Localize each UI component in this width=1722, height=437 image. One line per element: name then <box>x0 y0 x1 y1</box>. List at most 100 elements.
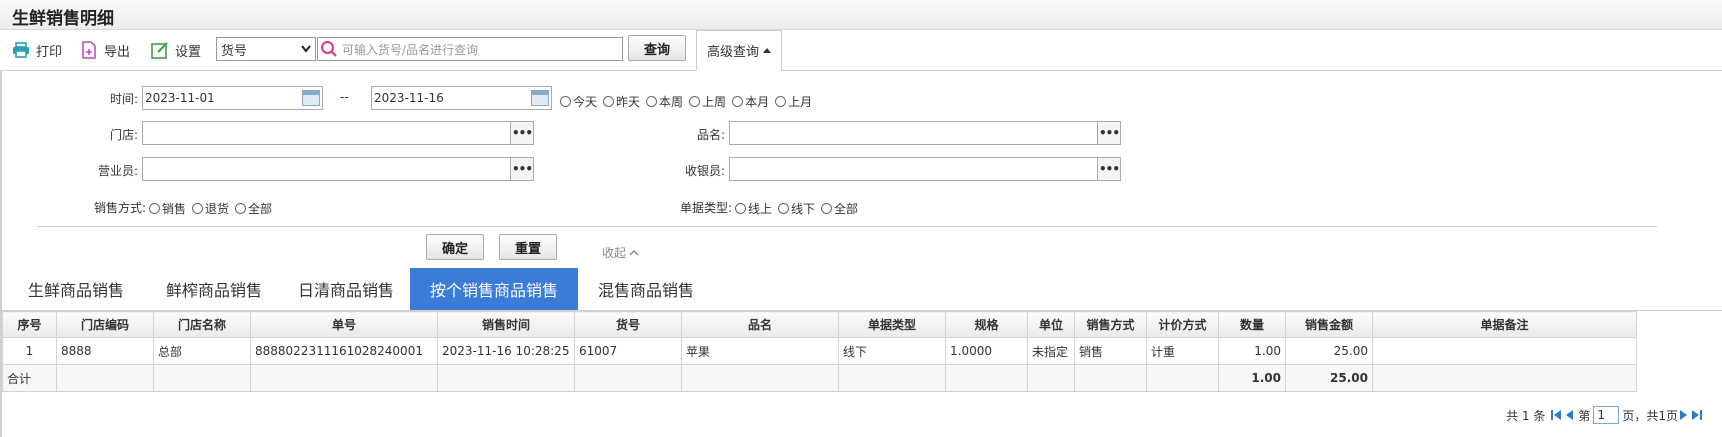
cell-qty: 1.00 <box>1218 337 1286 365</box>
col-header[interactable]: 销售金额 <box>1285 311 1373 338</box>
time-label: 时间: <box>109 92 138 106</box>
cell-unit: 未指定 <box>1027 337 1075 365</box>
cell-amount: 25.00 <box>1285 337 1373 365</box>
product-input[interactable] <box>729 121 1098 145</box>
radio-today[interactable]: 今天 <box>560 93 597 110</box>
product-label: 品名: <box>696 128 725 142</box>
settings-button[interactable]: 设置 <box>151 39 201 61</box>
tab-fresh-goods[interactable]: 生鲜商品销售 <box>6 268 146 310</box>
radio-yesterday[interactable]: 昨天 <box>603 93 640 110</box>
search-placeholder: 可输入货号/品名进行查询 <box>342 42 479 57</box>
cell-spec: 1.0000 <box>945 337 1028 365</box>
calendar-icon[interactable] <box>531 90 549 106</box>
search-field-select[interactable]: 货号 <box>216 37 316 61</box>
col-header[interactable]: 数量 <box>1218 311 1286 338</box>
col-header[interactable]: 单号 <box>250 311 438 338</box>
edit-settings-icon <box>151 42 168 59</box>
table-row[interactable]: 1 8888 总部 8888022311161028240001 2023-11… <box>2 337 1637 365</box>
col-header[interactable]: 品名 <box>681 311 839 338</box>
summary-label: 合计 <box>2 364 57 392</box>
col-header[interactable]: 销售时间 <box>437 311 575 338</box>
export-label: 导出 <box>104 44 131 60</box>
cell-store-code: 8888 <box>56 337 154 365</box>
prev-page-icon[interactable] <box>1564 409 1574 421</box>
col-header[interactable]: 门店名称 <box>153 311 251 338</box>
print-button[interactable]: 打印 <box>12 39 62 61</box>
date-from-input[interactable]: 2023-11-01 <box>142 86 323 110</box>
cell-product-name: 苹果 <box>681 337 839 365</box>
tab-per-unit-goods[interactable]: 按个销售商品销售 <box>410 268 578 310</box>
col-header[interactable]: 单位 <box>1027 311 1075 338</box>
cashier-picker-button[interactable]: ••• <box>1097 157 1121 181</box>
col-header[interactable]: 单据备注 <box>1372 311 1637 338</box>
tab-daily-clear-goods[interactable]: 日清商品销售 <box>282 268 410 310</box>
sales-table: 序号 门店编码 门店名称 单号 销售时间 货号 品名 单据类型 规格 单位 销售… <box>2 311 1637 392</box>
col-header[interactable]: 规格 <box>945 311 1028 338</box>
radio-all-modes[interactable]: 全部 <box>235 200 272 217</box>
radio-offline[interactable]: 线下 <box>778 200 815 217</box>
radio-last-month[interactable]: 上月 <box>775 93 812 110</box>
tab-mixed-goods[interactable]: 混售商品销售 <box>578 268 714 310</box>
radio-return[interactable]: 退货 <box>192 200 229 217</box>
confirm-button[interactable]: 确定 <box>426 234 484 260</box>
cell-pricing-mode: 计重 <box>1146 337 1219 365</box>
collapse-toggle[interactable]: 收起 <box>602 244 639 261</box>
reset-button[interactable]: 重置 <box>499 234 557 260</box>
radio-sale[interactable]: 销售 <box>149 200 186 217</box>
cell-doc-type: 线下 <box>838 337 946 365</box>
advanced-query-label: 高级查询 <box>706 45 759 60</box>
date-to-input[interactable]: 2023-11-16 <box>371 86 552 110</box>
date-to-value: 2023-11-16 <box>374 91 444 105</box>
col-header[interactable]: 计价方式 <box>1146 311 1219 338</box>
cashier-input[interactable] <box>729 157 1098 181</box>
first-page-icon[interactable] <box>1550 409 1562 421</box>
col-header[interactable]: 销售方式 <box>1074 311 1147 338</box>
summary-qty: 1.00 <box>1218 364 1286 392</box>
doc-type-label: 单据类型: <box>679 201 732 215</box>
toolbar: 打印 导出 设置 货号 可输入货号/品名进行查询 查询 高级查询 <box>0 30 1722 71</box>
tab-juice-goods[interactable]: 鲜榨商品销售 <box>146 268 282 310</box>
radio-online[interactable]: 线上 <box>735 200 772 217</box>
store-picker-button[interactable]: ••• <box>510 121 534 145</box>
radio-all-types[interactable]: 全部 <box>821 200 858 217</box>
sale-mode-group: 销售 退货 全部 <box>149 200 278 217</box>
col-header[interactable]: 货号 <box>574 311 682 338</box>
radio-this-week[interactable]: 本周 <box>646 93 683 110</box>
chevron-up-icon <box>629 250 639 256</box>
store-label: 门店: <box>109 128 138 142</box>
pagination: 共 1 条 第 1 页，共1页 <box>1506 406 1704 424</box>
search-input[interactable]: 可输入货号/品名进行查询 <box>317 37 623 61</box>
cell-sale-mode: 销售 <box>1074 337 1147 365</box>
page-title: 生鲜销售明细 <box>12 9 114 29</box>
sale-mode-label: 销售方式: <box>93 201 146 215</box>
col-header[interactable]: 序号 <box>2 311 57 338</box>
title-bar: 生鲜销售明细 <box>0 0 1722 30</box>
quick-range-group: 今天 昨天 本周 上周 本月 上月 <box>560 93 818 110</box>
cell-seq: 1 <box>2 337 57 365</box>
export-button[interactable]: 导出 <box>80 39 130 61</box>
radio-last-week[interactable]: 上周 <box>689 93 726 110</box>
advanced-query-toggle[interactable]: 高级查询 <box>696 30 782 71</box>
filter-divider <box>37 226 1657 227</box>
cell-order-no: 8888022311161028240001 <box>250 337 438 365</box>
store-input[interactable] <box>142 121 511 145</box>
col-header[interactable]: 门店编码 <box>56 311 154 338</box>
table-summary-row: 合计 1.00 25.00 <box>2 364 1637 392</box>
cell-remark <box>1372 337 1637 365</box>
col-header[interactable]: 单据类型 <box>838 311 946 338</box>
date-separator: -- <box>340 90 349 104</box>
radio-this-month[interactable]: 本月 <box>732 93 769 110</box>
last-page-icon[interactable] <box>1691 409 1703 421</box>
query-button[interactable]: 查询 <box>628 35 686 61</box>
category-tabs: 生鲜商品销售 鲜榨商品销售 日清商品销售 按个销售商品销售 混售商品销售 <box>0 268 1722 311</box>
page-number-input[interactable]: 1 <box>1593 406 1620 424</box>
export-icon <box>82 41 96 59</box>
next-page-icon[interactable] <box>1679 409 1689 421</box>
settings-label: 设置 <box>175 44 202 60</box>
salesperson-picker-button[interactable]: ••• <box>510 157 534 181</box>
page-prefix: 第 <box>1578 408 1591 423</box>
salesperson-input[interactable] <box>142 157 511 181</box>
calendar-icon[interactable] <box>302 90 320 106</box>
page-suffix: 页，共1页 <box>1622 408 1678 423</box>
product-picker-button[interactable]: ••• <box>1097 121 1121 145</box>
